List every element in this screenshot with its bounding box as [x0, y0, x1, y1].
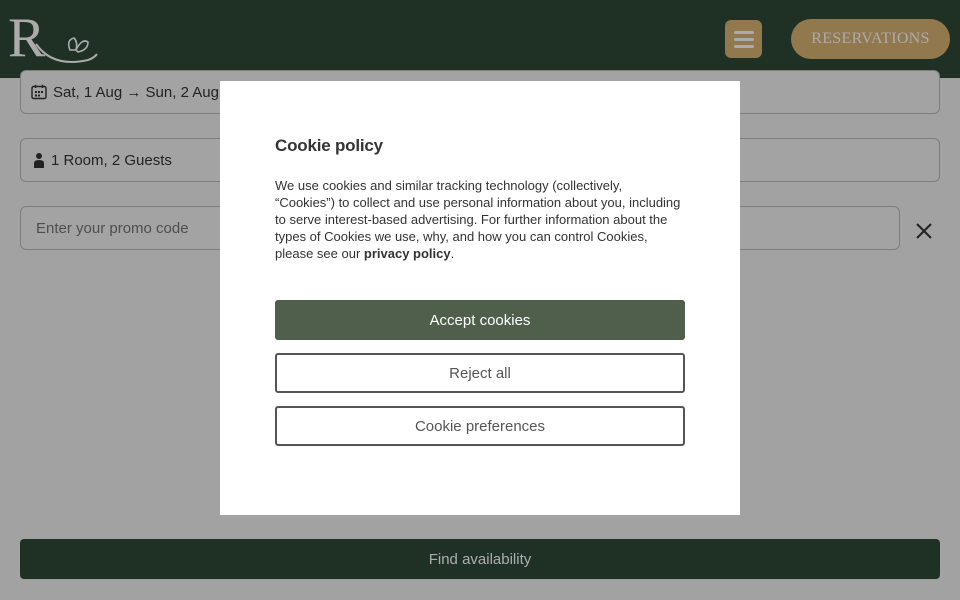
reject-all-button[interactable]: Reject all	[275, 353, 685, 393]
privacy-policy-link[interactable]: privacy policy	[364, 246, 451, 261]
cookie-policy-dialog: Cookie policy We use cookies and similar…	[220, 81, 740, 515]
cookie-dialog-text-end: .	[450, 246, 455, 261]
cookie-dialog-title: Cookie policy	[275, 136, 383, 155]
cookie-dialog-body: We use cookies and similar tracking tech…	[275, 177, 685, 262]
accept-cookies-button[interactable]: Accept cookies	[275, 300, 685, 340]
cookie-dialog-text: We use cookies and similar tracking tech…	[275, 178, 681, 261]
cookie-preferences-button[interactable]: Cookie preferences	[275, 406, 685, 446]
